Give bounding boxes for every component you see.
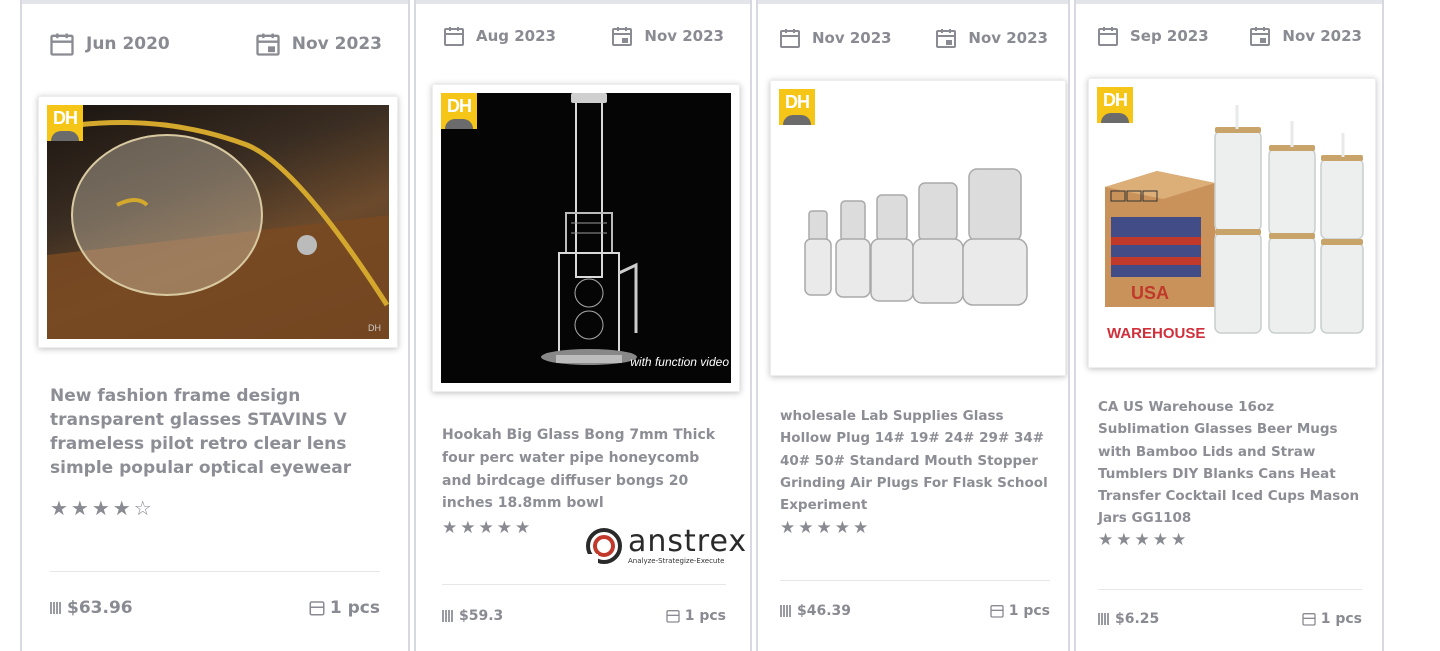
divider <box>50 571 380 572</box>
barcode-icon <box>442 610 453 622</box>
product-grid: Jun 2020 Nov 2023 DH DH New fashion fram… <box>0 0 1440 651</box>
first-seen-date: Sep 2023 <box>1096 24 1209 48</box>
box-icon <box>666 610 680 623</box>
calendar-icon <box>780 29 800 48</box>
rating-stars: ★★★★★ <box>442 518 534 538</box>
divider <box>1098 589 1362 590</box>
bong-photo: with function video <box>441 93 731 383</box>
first-seen-label: Sep 2023 <box>1130 27 1209 45</box>
quantity: 1 pcs <box>989 603 1050 619</box>
product-card[interactable]: Nov 2023 Nov 2023 DH wholesale Lab Suppl… <box>756 0 1070 651</box>
calendar-icon <box>1250 27 1271 46</box>
watermark-brand: anstrex <box>628 523 748 559</box>
card-footer: $6.25 1 pcs <box>1098 611 1362 627</box>
quantity-value: 1 pcs <box>684 608 726 624</box>
divider <box>780 580 1050 581</box>
sublimation-glasses-photo: USA WAREHOUSE <box>1097 87 1367 359</box>
glasses-photo: DH <box>47 105 389 339</box>
last-seen-date: Nov 2023 <box>610 24 724 48</box>
dh-badge-icon: DH <box>441 93 477 129</box>
dh-badge-icon: DH <box>779 89 815 125</box>
first-seen-date: Jun 2020 <box>48 30 170 58</box>
rating-stars: ★★★★★ <box>1098 530 1190 550</box>
rating-stars: ★★★★★ <box>780 518 872 538</box>
quantity-value: 1 pcs <box>1320 611 1362 627</box>
anstrex-logo-icon <box>586 528 622 564</box>
calendar-icon <box>50 33 74 56</box>
product-image[interactable]: DH <box>770 80 1066 376</box>
quantity: 1 pcs <box>1301 611 1362 627</box>
first-seen-date: Aug 2023 <box>442 24 556 48</box>
dh-badge-icon: DH <box>47 105 83 141</box>
date-row: Nov 2023 Nov 2023 <box>758 26 1068 50</box>
quantity-value: 1 pcs <box>1008 603 1050 619</box>
date-row: Jun 2020 Nov 2023 <box>22 30 408 58</box>
product-title[interactable]: wholesale Lab Supplies Glass Hollow Plug… <box>780 405 1056 516</box>
photo-watermark: DH <box>368 323 381 333</box>
card-footer: $63.96 1 pcs <box>50 598 380 618</box>
product-title[interactable]: CA US Warehouse 16oz Sublimation Glasses… <box>1098 396 1370 530</box>
barcode-icon <box>50 602 61 614</box>
rating-stars: ★★★★☆ <box>50 496 155 520</box>
barcode-icon <box>1098 613 1109 625</box>
calendar-icon <box>612 27 633 46</box>
calendar-icon <box>444 27 464 46</box>
anstrex-watermark: anstrex Analyze-Strategize-Execute <box>584 526 747 566</box>
barcode-icon <box>780 605 791 617</box>
box-icon <box>309 601 325 616</box>
quantity-value: 1 pcs <box>329 598 380 618</box>
price: $46.39 <box>780 603 851 619</box>
price-value: $63.96 <box>67 598 133 618</box>
stoppers-photo <box>779 89 1057 367</box>
first-seen-date: Nov 2023 <box>778 26 892 50</box>
product-card[interactable]: Sep 2023 Nov 2023 USA WAREHOUSE DH CA US… <box>1074 0 1384 651</box>
price-value: $46.39 <box>797 603 852 619</box>
last-seen-date: Nov 2023 <box>1248 24 1362 48</box>
price: $63.96 <box>50 598 133 618</box>
calendar-icon <box>256 33 280 56</box>
product-image[interactable]: USA WAREHOUSE DH <box>1088 78 1376 368</box>
first-seen-label: Aug 2023 <box>476 27 556 45</box>
product-image[interactable]: DH DH <box>38 96 398 348</box>
usa-text: USA <box>1131 283 1170 303</box>
last-seen-label: Nov 2023 <box>968 29 1048 47</box>
last-seen-label: Nov 2023 <box>1282 27 1362 45</box>
last-seen-label: Nov 2023 <box>291 34 382 54</box>
last-seen-date: Nov 2023 <box>934 26 1048 50</box>
box-icon <box>990 605 1004 618</box>
card-footer: $46.39 1 pcs <box>780 603 1050 619</box>
last-seen-label: Nov 2023 <box>644 27 724 45</box>
box-icon <box>1302 613 1316 626</box>
card-footer: $59.3 1 pcs <box>442 608 726 624</box>
last-seen-date: Nov 2023 <box>254 30 382 58</box>
warehouse-text: WAREHOUSE <box>1107 325 1206 342</box>
price-value: $6.25 <box>1115 611 1160 627</box>
product-title[interactable]: New fashion frame design transparent gla… <box>50 384 370 481</box>
product-title[interactable]: Hookah Big Glass Bong 7mm Thick four per… <box>442 424 732 515</box>
calendar-icon <box>936 29 957 48</box>
price-value: $59.3 <box>459 608 504 624</box>
price: $59.3 <box>442 608 503 624</box>
quantity: 1 pcs <box>665 608 726 624</box>
first-seen-label: Jun 2020 <box>86 34 170 54</box>
calendar-icon <box>1098 27 1118 46</box>
divider <box>442 584 726 585</box>
dh-badge-icon: DH <box>1097 87 1133 123</box>
photo-caption: with function video <box>630 355 729 369</box>
price: $6.25 <box>1098 611 1159 627</box>
date-row: Sep 2023 Nov 2023 <box>1076 24 1382 48</box>
quantity: 1 pcs <box>308 598 380 618</box>
watermark-tagline: Analyze-Strategize-Execute <box>628 556 725 565</box>
date-row: Aug 2023 Nov 2023 <box>416 24 750 48</box>
product-image[interactable]: with function video DH <box>432 84 740 392</box>
first-seen-label: Nov 2023 <box>812 29 892 47</box>
product-card[interactable]: Jun 2020 Nov 2023 DH DH New fashion fram… <box>20 0 410 651</box>
